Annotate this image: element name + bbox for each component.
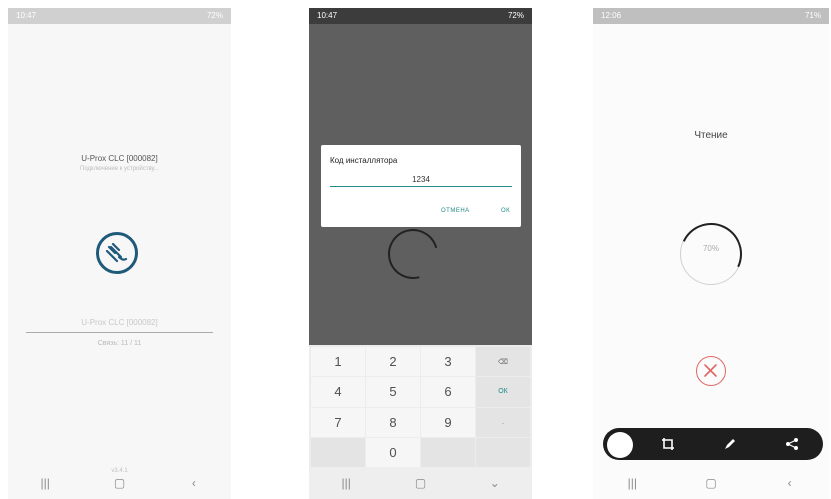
status-bar: 10:47 72% (8, 8, 231, 24)
key-4[interactable]: 4 (311, 377, 365, 407)
status-battery: 72% (507, 11, 524, 20)
status-time: 12:06 (601, 11, 622, 20)
key-0[interactable]: 0 (366, 437, 420, 467)
loading-spinner (378, 219, 448, 289)
key-3[interactable]: 3 (421, 347, 475, 377)
reading-title: Чтение (694, 130, 728, 141)
progress-text: 70% (702, 244, 719, 253)
code-input[interactable]: 1234 (330, 173, 512, 187)
status-bar: 10:47 72% (309, 8, 532, 24)
device-title: U-Prox CLC [000082] (81, 154, 158, 163)
home-icon[interactable]: ▢ (696, 476, 726, 490)
device-field[interactable]: U-Prox CLC [000082] (26, 314, 213, 333)
status-bar: 12:06 71% (593, 8, 829, 24)
installer-code-dialog: Код инсталлятора 1234 ОТМЕНА ОК (321, 145, 521, 227)
dialog-title: Код инсталлятора (330, 156, 398, 165)
phone-screen-pin-dialog: 10:47 72% Код инсталлятора 1234 ОТМЕНА О… (309, 8, 532, 499)
share-icon[interactable] (779, 431, 805, 457)
nav-bar: ||| ▢ ‹ (593, 467, 829, 499)
status-battery: 71% (804, 11, 821, 20)
dot-key[interactable]: . (476, 407, 530, 437)
screenshot-toolbar (603, 428, 823, 460)
key-5[interactable]: 5 (366, 377, 420, 407)
nav-bar: ||| ▢ ⌄ (309, 467, 532, 499)
status-battery: 72% (206, 11, 223, 20)
hide-keyboard-icon[interactable]: ⌄ (480, 476, 510, 490)
phone-screen-reading: 12:06 71% Чтение 70% ||| ▢ ‹ (593, 8, 829, 499)
recent-apps-icon[interactable]: ||| (331, 476, 361, 490)
plug-icon[interactable] (96, 232, 138, 274)
blank-key-left (311, 437, 365, 467)
blank-key-end (476, 437, 530, 467)
collapse-toolbar-button[interactable] (607, 432, 633, 458)
recent-apps-icon[interactable]: ||| (617, 476, 647, 490)
crop-icon[interactable] (655, 431, 681, 457)
key-1[interactable]: 1 (311, 347, 365, 377)
ok-button[interactable]: ОК (501, 208, 510, 214)
status-time: 10:47 (16, 11, 37, 20)
connection-status: Связь: 11 / 11 (97, 340, 142, 347)
back-icon[interactable]: ‹ (179, 476, 209, 490)
progress-arc (671, 214, 751, 294)
key-7[interactable]: 7 (311, 407, 365, 437)
key-6[interactable]: 6 (421, 377, 475, 407)
cancel-button[interactable]: ОТМЕНА (441, 208, 470, 214)
recent-apps-icon[interactable]: ||| (30, 476, 60, 490)
ok-key[interactable]: ОК (476, 377, 530, 407)
key-2[interactable]: 2 (366, 347, 420, 377)
blank-key-right (421, 437, 475, 467)
home-icon[interactable]: ▢ (104, 476, 134, 490)
status-time: 10:47 (317, 11, 338, 20)
phone-screen-connect: 10:47 72% U-Prox CLC [000082] Подключени… (8, 8, 231, 499)
key-9[interactable]: 9 (421, 407, 475, 437)
key-8[interactable]: 8 (366, 407, 420, 437)
back-icon[interactable]: ‹ (775, 476, 805, 490)
backspace-key[interactable]: ⌫ (476, 347, 530, 377)
device-subtitle: Подключение к устройству... (80, 166, 159, 172)
nav-bar: ||| ▢ ‹ (8, 467, 231, 499)
home-icon[interactable]: ▢ (405, 476, 435, 490)
cancel-icon[interactable] (696, 356, 726, 386)
numeric-keypad: 1 2 3 ⌫ 4 5 6 ОК 7 8 9 . 0 (309, 345, 532, 467)
pen-icon[interactable] (717, 431, 743, 457)
